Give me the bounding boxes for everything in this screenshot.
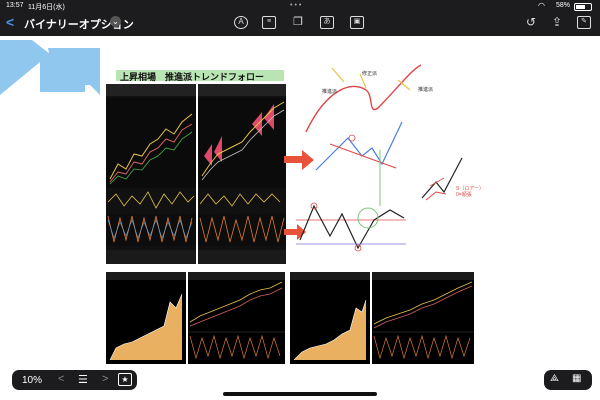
status-date: 11月6日(水) (28, 4, 65, 11)
copy-icon[interactable]: ❐ (291, 16, 305, 29)
text-box-icon[interactable]: ≡ (262, 16, 276, 29)
screenshot-area-chart-2[interactable] (290, 272, 370, 364)
candlestick-chart-image (106, 84, 196, 264)
grid-icon[interactable]: ▦ (572, 373, 581, 384)
chevron-right-icon[interactable]: > (102, 373, 108, 385)
top-toolbar: 13:57 11月6日(水) ••• ◠ 58% < バイナリーオプション ⌄ … (0, 0, 600, 36)
annotation-label: 推進派 (322, 89, 338, 95)
pointer-arrow-icon (0, 40, 100, 95)
share-icon[interactable]: ⇪ (550, 16, 564, 29)
chevron-down-icon[interactable]: ⌄ (110, 16, 121, 27)
edit-icon[interactable]: ✎ (577, 16, 591, 29)
slide-title: 上昇相場 推進派トレンドフォロー (120, 72, 265, 82)
wifi-icon: ◠ (538, 1, 545, 10)
text-recognition-icon[interactable]: あ (320, 16, 334, 29)
battery-percent: 58% (555, 2, 570, 9)
list-icon[interactable]: ☰ (78, 373, 88, 386)
image-icon[interactable]: ▣ (350, 16, 364, 29)
candlestick-chart-image (372, 272, 474, 360)
area-chart-image (290, 272, 370, 361)
candlestick-chart-image (188, 272, 285, 360)
annotation-label: 修正派 (362, 71, 378, 77)
phone-screenshot-2[interactable] (198, 84, 286, 264)
bookmark-star-icon[interactable]: ★ (118, 373, 132, 386)
chevron-left-icon[interactable]: < (58, 373, 64, 385)
screenshot-area-chart-1[interactable] (106, 272, 186, 364)
home-indicator[interactable] (223, 392, 377, 396)
battery-icon (574, 3, 592, 11)
annotation-label: 推進派 (418, 87, 434, 93)
status-time: 13:57 (6, 2, 24, 9)
app-screen: 13:57 11月6日(水) ••• ◠ 58% < バイナリーオプション ⌄ … (0, 0, 600, 400)
phone-screenshot-1[interactable] (106, 84, 196, 264)
multitask-indicator-icon[interactable]: ••• (290, 2, 303, 9)
zoom-level[interactable]: 10% (22, 375, 42, 386)
back-button[interactable]: < (6, 14, 14, 30)
area-chart-image (106, 272, 186, 361)
undo-icon[interactable]: ↺ (524, 16, 538, 29)
pen-icon[interactable]: A (234, 16, 248, 29)
screenshot-indicator-chart-2[interactable] (372, 272, 474, 364)
red-note: S（ロアー） 0=順張 (456, 186, 485, 198)
screenshot-indicator-chart-1[interactable] (188, 272, 285, 364)
candlestick-chart-image (198, 84, 286, 264)
lasso-icon[interactable]: ⟁ (550, 373, 559, 384)
